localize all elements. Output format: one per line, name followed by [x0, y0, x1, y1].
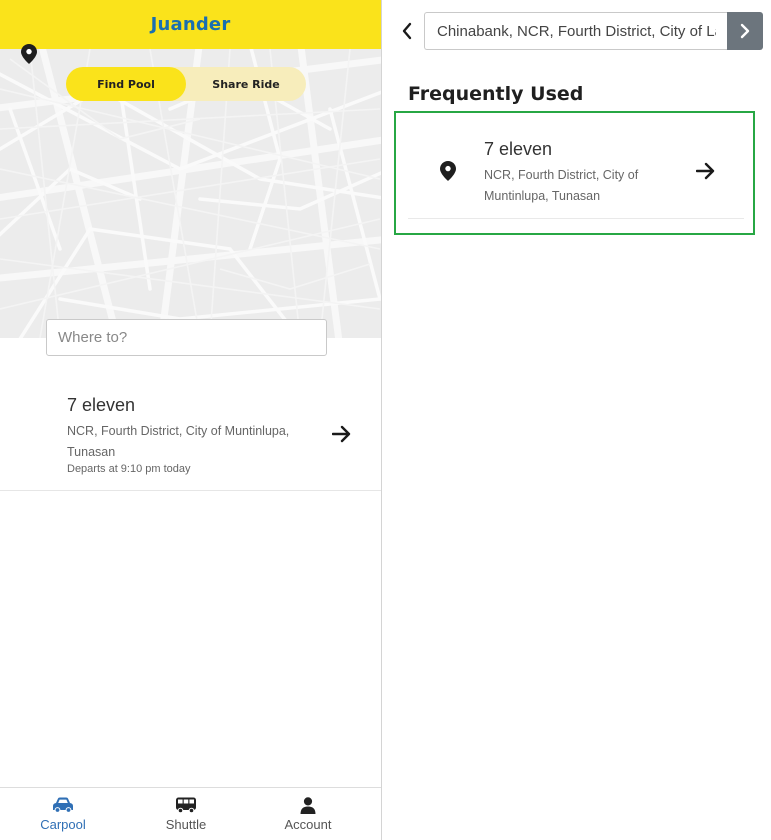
location-pin-icon — [440, 161, 456, 181]
back-chevron-icon[interactable] — [398, 19, 416, 43]
bottom-nav: Carpool Shuttle Account — [0, 787, 381, 840]
find-pool-button[interactable]: Find Pool — [66, 67, 186, 101]
place-title: 7 eleven — [484, 139, 553, 159]
nav-carpool[interactable]: Carpool — [3, 788, 123, 840]
car-icon — [53, 797, 73, 813]
arrow-right-icon[interactable] — [696, 162, 716, 180]
person-icon — [300, 797, 316, 814]
nav-label: Shuttle — [165, 817, 207, 832]
location-pin-icon — [21, 44, 37, 64]
nav-label: Carpool — [40, 817, 86, 832]
app-title: Juander — [150, 14, 231, 35]
mode-toggle: Find Pool Share Ride — [66, 67, 306, 101]
section-title: Frequently Used — [408, 83, 584, 105]
carpool-screen: Juander Find Pool Share Ride Where to? 7… — [0, 0, 381, 840]
share-ride-button[interactable]: Share Ride — [186, 67, 306, 101]
nav-account[interactable]: Account — [248, 788, 368, 840]
bus-icon — [176, 797, 196, 814]
frequent-place-item[interactable]: 7 eleven NCR, Fourth District, City of M… — [408, 124, 744, 219]
app-header: Juander — [0, 0, 381, 49]
chevron-right-icon — [740, 23, 750, 39]
destination-search-input[interactable] — [424, 12, 728, 50]
nav-shuttle[interactable]: Shuttle — [126, 788, 246, 840]
place-address: NCR, Fourth District, City of Muntinlupa… — [484, 168, 639, 203]
arrow-right-icon[interactable] — [332, 425, 352, 443]
where-to-input[interactable] — [46, 319, 327, 356]
upcoming-trip-item[interactable]: 7 eleven NCR, Fourth District, City of M… — [0, 44, 381, 491]
nav-label: Account — [284, 817, 332, 832]
trip-title: 7 eleven — [67, 395, 136, 415]
search-submit-button[interactable] — [727, 12, 763, 50]
destination-search-screen: Frequently Used 7 eleven NCR, Fourth Dis… — [382, 0, 771, 840]
trip-departure-time: Departs at 9:10 pm today — [67, 463, 191, 475]
trip-address: NCR, Fourth District, City of Muntinlupa… — [67, 424, 290, 459]
